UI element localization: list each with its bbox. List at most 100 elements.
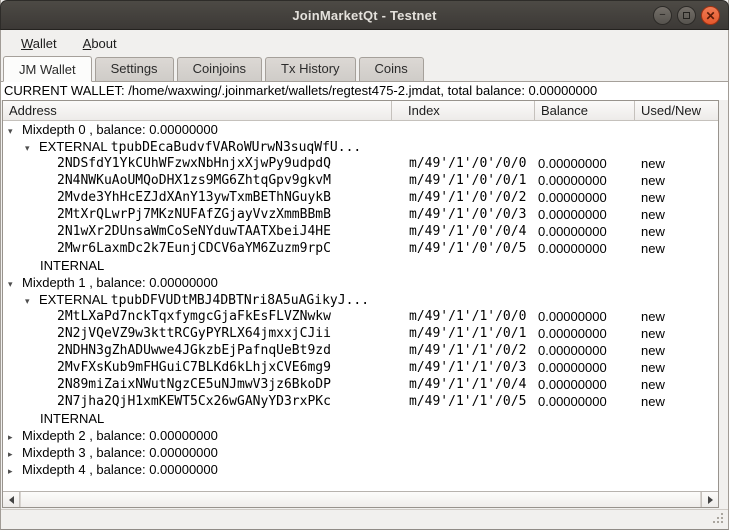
mixdepth-label: Mixdepth 2 , balance: 0.00000000	[22, 428, 218, 443]
index-cell: m/49'/1'/1'/0/5	[392, 393, 535, 410]
status-cell	[635, 257, 718, 274]
mixdepth-row[interactable]: ▾Mixdepth 1 , balance: 0.00000000	[3, 274, 718, 291]
address-row[interactable]: 2N89miZaixNWutNgzCE5uNJmwV3jz6BkoDPm/49'…	[3, 376, 718, 393]
index-cell: m/49'/1'/1'/0/1	[392, 325, 535, 342]
index-cell: m/49'/1'/0'/0/3	[392, 206, 535, 223]
index-cell	[392, 138, 535, 155]
index-cell	[392, 444, 535, 461]
address-row[interactable]: 2N7jha2QjH1xmKEWT5Cx26wGANyYD3rxPKcm/49'…	[3, 393, 718, 410]
expand-arrow-icon[interactable]: ▾	[8, 276, 22, 291]
index-cell: m/49'/1'/1'/0/2	[392, 342, 535, 359]
horizontal-scrollbar[interactable]	[3, 491, 718, 507]
tab-coinjoins[interactable]: Coinjoins	[177, 57, 262, 81]
index-cell: m/49'/1'/0'/0/1	[392, 172, 535, 189]
index-cell	[392, 121, 535, 138]
balance-cell	[535, 427, 635, 444]
tab-jm-wallet[interactable]: JM Wallet	[3, 56, 92, 82]
collapse-arrow-icon[interactable]: ▸	[8, 429, 22, 444]
title-bar[interactable]: JoinMarketQt - Testnet − ✕	[0, 0, 729, 30]
tab-bar: JM WalletSettingsCoinjoinsTx HistoryCoin…	[1, 56, 728, 82]
scroll-left-icon	[9, 496, 14, 504]
scroll-right-icon	[708, 496, 713, 504]
address-cell: 2NDSfdY1YkCUhWFzwxNbHnjxXjwPy9udpdQ	[3, 155, 392, 172]
address-cell: 2N4NWKuAoUMQoDHX1zs9MG6ZhtqGpv9gkvM	[3, 172, 392, 189]
address-cell: 2MtLXaPd7nckTqxfymgcGjaFkEsFLVZNwkw	[3, 308, 392, 325]
balance-cell: 0.00000000	[535, 376, 635, 393]
branch-external-label: EXTERNAL	[39, 139, 111, 154]
address-row[interactable]: 2N1wXr2DUnsaWmCoSeNYduwTAATXbeiJ4HEm/49'…	[3, 223, 718, 240]
close-button[interactable]: ✕	[701, 6, 720, 25]
scroll-right-button[interactable]	[701, 492, 718, 507]
scroll-left-button[interactable]	[3, 492, 20, 507]
tree-body: ▾Mixdepth 0 , balance: 0.00000000▾EXTERN…	[3, 121, 718, 491]
status-cell: new	[635, 206, 718, 223]
status-cell: new	[635, 393, 718, 410]
address-row[interactable]: 2NDHN3gZhADUwwe4JGkzbEjPafnqUeBt9zdm/49'…	[3, 342, 718, 359]
branch-external-row[interactable]: ▾EXTERNAL tpubDEcaBudvfVARoWUrwN3suqWfU.…	[3, 138, 718, 155]
index-cell: m/49'/1'/0'/0/4	[392, 223, 535, 240]
column-header-used-new[interactable]: Used/New	[635, 101, 718, 120]
collapse-arrow-icon[interactable]: ▸	[8, 463, 22, 478]
mixdepth-row[interactable]: ▾Mixdepth 0 , balance: 0.00000000	[3, 121, 718, 138]
status-cell	[635, 461, 718, 478]
address-row[interactable]: 2Mvde3YhHcEZJdXAnY13ywTxmBEThNGuykBm/49'…	[3, 189, 718, 206]
tree-header: Address Index Balance Used/New	[3, 101, 718, 121]
mixdepth-row[interactable]: ▸Mixdepth 4 , balance: 0.00000000	[3, 461, 718, 478]
address-row[interactable]: 2Mwr6LaxmDc2k7EunjCDCV6aYM6Zuzm9rpCm/49'…	[3, 240, 718, 257]
balance-cell: 0.00000000	[535, 308, 635, 325]
address-cell: 2Mwr6LaxmDc2k7EunjCDCV6aYM6Zuzm9rpC	[3, 240, 392, 257]
index-cell	[392, 427, 535, 444]
address-cell: 2N89miZaixNWutNgzCE5uNJmwV3jz6BkoDP	[3, 376, 392, 393]
index-cell	[392, 291, 535, 308]
tab-coins[interactable]: Coins	[359, 57, 424, 81]
branch-internal-label: INTERNAL	[40, 411, 104, 426]
tab-settings[interactable]: Settings	[95, 57, 174, 81]
app-window: JoinMarketQt - Testnet − ✕ Wallet About …	[0, 0, 729, 530]
column-header-balance[interactable]: Balance	[535, 101, 635, 120]
mixdepth-row[interactable]: ▸Mixdepth 3 , balance: 0.00000000	[3, 444, 718, 461]
menu-about[interactable]: About	[73, 33, 127, 54]
maximize-icon	[683, 12, 690, 19]
mixdepth-row[interactable]: ▸Mixdepth 2 , balance: 0.00000000	[3, 427, 718, 444]
address-cell: 2N2jVQeVZ9w3kttRCGyPYRLX64jmxxjCJii	[3, 325, 392, 342]
maximize-button[interactable]	[677, 6, 696, 25]
tab-tx-history[interactable]: Tx History	[265, 57, 356, 81]
address-row[interactable]: 2MvFXsKub9mFHGuiC7BLKd6kLhjxCVE6mg9m/49'…	[3, 359, 718, 376]
branch-label-cell: INTERNAL	[3, 257, 392, 274]
index-cell: m/49'/1'/1'/0/4	[392, 376, 535, 393]
branch-internal-row[interactable]: INTERNAL	[3, 410, 718, 427]
status-cell	[635, 444, 718, 461]
minimize-button[interactable]: −	[653, 6, 672, 25]
index-cell: m/49'/1'/1'/0/0	[392, 308, 535, 325]
address-row[interactable]: 2N2jVQeVZ9w3kttRCGyPYRLX64jmxxjCJiim/49'…	[3, 325, 718, 342]
branch-internal-row[interactable]: INTERNAL	[3, 257, 718, 274]
balance-cell: 0.00000000	[535, 342, 635, 359]
address-row[interactable]: 2N4NWKuAoUMQoDHX1zs9MG6ZhtqGpv9gkvMm/49'…	[3, 172, 718, 189]
status-cell	[635, 274, 718, 291]
address-row[interactable]: 2MtLXaPd7nckTqxfymgcGjaFkEsFLVZNwkwm/49'…	[3, 308, 718, 325]
expand-arrow-icon[interactable]: ▾	[8, 123, 22, 138]
address-row[interactable]: 2NDSfdY1YkCUhWFzwxNbHnjxXjwPy9udpdQm/49'…	[3, 155, 718, 172]
branch-internal-label: INTERNAL	[40, 258, 104, 273]
balance-cell: 0.00000000	[535, 172, 635, 189]
mixdepth-label: Mixdepth 0 , balance: 0.00000000	[22, 122, 218, 137]
index-cell	[392, 257, 535, 274]
expand-arrow-icon[interactable]: ▾	[25, 140, 39, 155]
balance-cell: 0.00000000	[535, 223, 635, 240]
expand-arrow-icon[interactable]: ▾	[25, 293, 39, 308]
menu-wallet[interactable]: Wallet	[11, 33, 67, 54]
scrollbar-thumb[interactable]	[20, 492, 701, 507]
mixdepth-cell: ▾Mixdepth 1 , balance: 0.00000000	[3, 274, 392, 291]
branch-external-row[interactable]: ▾EXTERNAL tpubDFVUDtMBJ4DBTNri8A5uAGikyJ…	[3, 291, 718, 308]
column-header-address[interactable]: Address	[3, 101, 392, 120]
index-cell: m/49'/1'/1'/0/3	[392, 359, 535, 376]
balance-cell: 0.00000000	[535, 359, 635, 376]
index-cell: m/49'/1'/0'/0/5	[392, 240, 535, 257]
column-header-index[interactable]: Index	[392, 101, 535, 120]
collapse-arrow-icon[interactable]: ▸	[8, 446, 22, 461]
balance-cell	[535, 274, 635, 291]
address-cell: 2N1wXr2DUnsaWmCoSeNYduwTAATXbeiJ4HE	[3, 223, 392, 240]
balance-cell	[535, 410, 635, 427]
address-row[interactable]: 2MtXrQLwrPj7MKzNUFAfZGjayVvzXmmBBmBm/49'…	[3, 206, 718, 223]
resize-grip[interactable]	[711, 512, 724, 525]
